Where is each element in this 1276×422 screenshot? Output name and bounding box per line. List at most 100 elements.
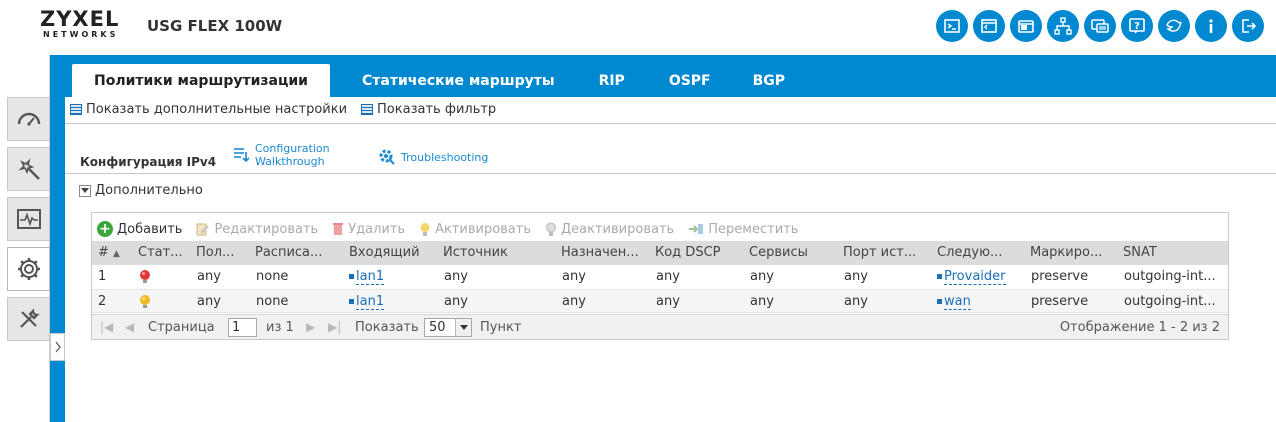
wand-icon (17, 158, 40, 180)
walkthrough-line2: Walkthrough (255, 155, 325, 168)
lightbulb-on-icon (420, 222, 430, 236)
sitemap-icon[interactable] (1047, 10, 1079, 42)
col-dscp[interactable]: Код DSCP (655, 241, 741, 265)
cell-user: any (197, 294, 221, 309)
per-page-select[interactable]: 50 (424, 318, 472, 337)
col-destination[interactable]: Назначен... (561, 241, 647, 265)
tab-bgp[interactable]: BGP (733, 64, 805, 97)
col-incoming[interactable]: Входящий (349, 241, 437, 265)
cell-schedule: none (256, 294, 289, 309)
walkthrough-line1: Configuration (255, 142, 330, 155)
logo-main-text: ZYXEL (40, 7, 120, 31)
plus-icon: + (97, 221, 113, 237)
cell-next-hop[interactable]: wan (937, 290, 1027, 314)
col-snat[interactable]: SNAT (1123, 241, 1223, 265)
tab-rip[interactable]: RIP (579, 64, 645, 97)
cell-schedule: none (256, 269, 289, 284)
cell-marking: preserve (1031, 294, 1089, 309)
row-number: 1 (98, 269, 107, 284)
cli-icon[interactable] (973, 10, 1005, 42)
tab-static-routes[interactable]: Статические маршруты (342, 64, 575, 97)
cell-user: any (197, 269, 221, 284)
edit-label: Редактировать (214, 221, 319, 237)
add-label: Добавить (117, 221, 183, 237)
cell-source: any (444, 294, 468, 309)
activate-label: Активировать (435, 221, 532, 237)
nav-dashboard[interactable] (7, 97, 50, 141)
per-page-value: 50 (429, 320, 446, 335)
chevron-right-icon (54, 341, 61, 353)
next-page-icon[interactable]: ▶ (306, 315, 315, 340)
window-icon[interactable] (1010, 10, 1042, 42)
bird-icon[interactable] (1158, 10, 1190, 42)
logo-sub-text: NETWORKS (43, 30, 119, 39)
page-label: Страница (148, 320, 215, 335)
sidebar-toggle[interactable] (50, 333, 65, 361)
object-icon (349, 274, 354, 279)
col-source[interactable]: Источник (443, 241, 551, 265)
configuration-walkthrough-link[interactable]: Configuration Walkthrough (233, 142, 330, 168)
show-advanced-settings-label: Показать дополнительные настройки (86, 102, 348, 117)
edit-icon (196, 223, 210, 236)
troubleshooting-gear-icon (379, 149, 395, 165)
chat-icon[interactable] (1084, 10, 1116, 42)
prev-page-icon[interactable]: ◀ (125, 315, 134, 340)
col-number[interactable]: # ▲ (98, 241, 128, 265)
nav-configuration[interactable] (7, 247, 50, 291)
grid-actions: + Добавить Редактировать Удалить Активир… (97, 217, 798, 241)
cell-snat: outgoing-int... (1124, 294, 1216, 309)
cell-next-hop[interactable]: Provaider (937, 265, 1027, 289)
nav-wizard[interactable] (7, 147, 50, 191)
show-filter[interactable]: Показать фильтр (361, 102, 496, 117)
status-bulb-yellow-icon (139, 290, 169, 314)
table-row[interactable]: 2 any none lan1 any any any any any wan … (92, 289, 1228, 313)
first-page-icon[interactable]: |◀ (100, 315, 113, 340)
tab-ospf[interactable]: OSPF (649, 64, 731, 97)
nav-monitor[interactable] (7, 197, 50, 241)
delete-button[interactable]: Удалить (332, 222, 405, 237)
status-bulb-red-icon (139, 265, 169, 289)
show-label: Показать (355, 320, 419, 335)
col-status[interactable]: Стат... (138, 241, 188, 265)
console-icon[interactable] (936, 10, 968, 42)
advanced-toggle[interactable]: Дополнительно (79, 183, 203, 198)
lightbulb-off-icon (546, 222, 557, 236)
show-advanced-settings[interactable]: Показать дополнительные настройки (70, 102, 347, 117)
advanced-label: Дополнительно (95, 183, 203, 198)
object-icon (349, 299, 354, 304)
cell-destination: any (562, 269, 586, 284)
info-icon[interactable] (1195, 10, 1227, 42)
last-page-icon[interactable]: ▶| (328, 315, 341, 340)
cell-service: any (750, 269, 774, 284)
tab-policy-routes[interactable]: Политики маршрутизации (72, 64, 330, 97)
logout-icon[interactable] (1232, 10, 1264, 42)
cell-incoming[interactable]: lan1 (349, 290, 437, 314)
help-icon[interactable]: ? (1121, 10, 1153, 42)
col-service[interactable]: Сервисы (749, 241, 835, 265)
deactivate-button[interactable]: Деактивировать (545, 222, 674, 237)
table-icon (361, 104, 374, 115)
cell-snat: outgoing-int... (1124, 269, 1216, 284)
nav-maintenance[interactable] (7, 297, 50, 341)
show-filter-label: Показать фильтр (377, 102, 497, 117)
trash-icon (333, 223, 344, 235)
walkthrough-icon (234, 148, 249, 163)
activate-button[interactable]: Активировать (419, 222, 531, 237)
object-icon (937, 299, 942, 304)
troubleshooting-link[interactable]: Troubleshooting (378, 148, 488, 166)
move-button[interactable]: Переместить (688, 222, 798, 237)
section-title: Конфигурация IPv4 (80, 155, 217, 169)
add-button[interactable]: + Добавить (97, 221, 182, 237)
col-source-port[interactable]: Порт ист... (843, 241, 929, 265)
dashboard-icon (17, 112, 40, 126)
cell-incoming[interactable]: lan1 (349, 265, 437, 289)
col-schedule[interactable]: Расписа... (255, 241, 343, 265)
col-marking[interactable]: Маркиро... (1030, 241, 1116, 265)
move-label: Переместить (708, 221, 799, 237)
table-row[interactable]: 1 any none lan1 any any any any any Prov… (92, 265, 1228, 289)
page-number-input[interactable]: 1 (228, 318, 257, 337)
edit-button[interactable]: Редактировать (196, 222, 318, 237)
col-next-hop[interactable]: Следую... (937, 241, 1023, 265)
policy-grid-panel: + Добавить Редактировать Удалить Активир… (91, 212, 1229, 340)
col-user[interactable]: Пол... (196, 241, 246, 265)
